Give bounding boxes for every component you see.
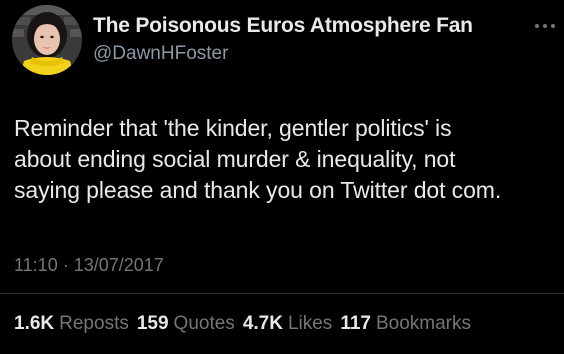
avatar[interactable] xyxy=(12,5,82,75)
tweet-text-line: about ending social murder & inequality,… xyxy=(14,146,456,172)
user-handle[interactable]: @DawnHFoster xyxy=(93,43,228,65)
tweet-text-line: saying please and thank you on Twitter d… xyxy=(14,177,502,203)
likes-count: 4.7K xyxy=(242,313,283,334)
reposts-stat[interactable]: 1.6K Reposts xyxy=(14,313,129,335)
bookmarks-stat[interactable]: 117 Bookmarks xyxy=(340,313,471,335)
likes-label: Likes xyxy=(287,313,333,334)
quotes-stat[interactable]: 159 Quotes xyxy=(137,313,235,335)
bookmarks-count: 117 xyxy=(340,313,371,334)
tweet-timestamp[interactable]: 11:10 · 13/07/2017 xyxy=(14,255,164,276)
reposts-count: 1.6K xyxy=(14,313,55,334)
avatar-image xyxy=(12,5,82,75)
engagement-stats: 1.6K Reposts 159 Quotes 4.7K Likes 117 B… xyxy=(14,313,471,335)
more-horizontal-icon[interactable] xyxy=(534,22,556,30)
likes-stat[interactable]: 4.7K Likes xyxy=(243,313,333,335)
tweet-text-line: Reminder that 'the kinder, gentler polit… xyxy=(14,115,452,141)
quotes-label: Quotes xyxy=(173,313,235,334)
display-name[interactable]: The Poisonous Euros Atmosphere Fan xyxy=(93,14,473,38)
reposts-label: Reposts xyxy=(59,313,129,334)
divider xyxy=(0,293,564,294)
bookmarks-label: Bookmarks xyxy=(375,313,471,334)
tweet-card: The Poisonous Euros Atmosphere Fan @Dawn… xyxy=(0,0,564,354)
quotes-count: 159 xyxy=(136,313,169,334)
tweet-text: Reminder that 'the kinder, gentler polit… xyxy=(14,113,554,206)
